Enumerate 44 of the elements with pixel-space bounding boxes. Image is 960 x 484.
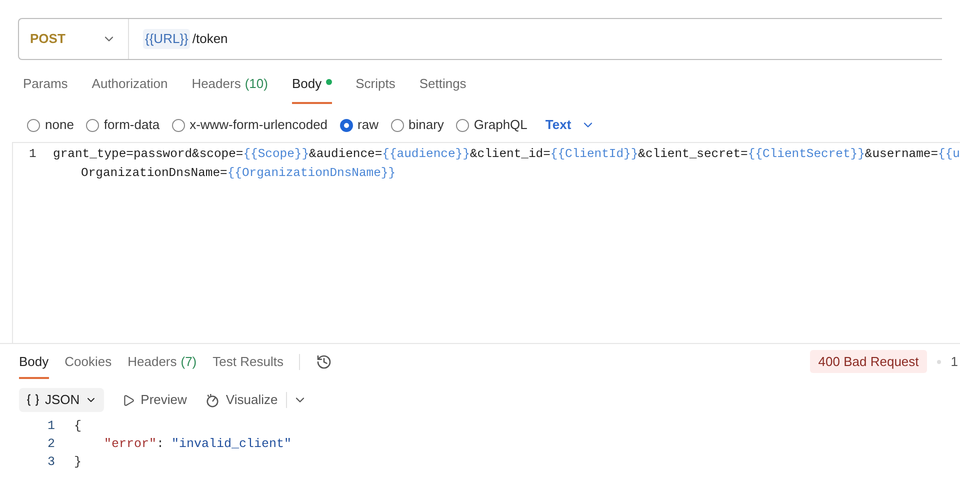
- play-icon: [122, 394, 135, 406]
- code-editor[interactable]: 1 grant_type=password&scope={{Scope}}&audience={{audience}}&client_id={{ClientId}}&client_secret={{ClientSecret}}&username={{u OrganizationDnsName={{OrganizationDnsName}}: [12, 142, 960, 343]
- radio-label: form-data: [104, 116, 160, 134]
- radio-button[interactable]: [27, 118, 40, 132]
- radio-button[interactable]: [172, 118, 185, 132]
- request-tab[interactable]: Body: [292, 74, 332, 104]
- code-line: "error": "invalid_client": [103, 436, 292, 453]
- line-number: 3: [46, 454, 55, 471]
- braces-icon: [26, 393, 40, 407]
- response-tab[interactable]: Body: [19, 344, 49, 379]
- method-dropdown[interactable]: POST: [19, 19, 129, 59]
- line-number: 1: [46, 418, 55, 435]
- line-number: 1: [29, 146, 38, 163]
- code-line: OrganizationDnsName={{OrganizationDnsName}}: [80, 165, 397, 182]
- status-badge: 400 Bad Request: [810, 350, 927, 374]
- response-tab[interactable]: Headers (7): [128, 344, 197, 379]
- request-tab[interactable]: Params: [23, 74, 68, 104]
- code-line: {: [74, 418, 82, 435]
- radio-button[interactable]: [340, 118, 353, 132]
- code-line: grant_type=password&scope={{Scope}}&audience={{audience}}&client_id={{ClientId}}&client_secret={{ClientSecret}}&username={{u: [53, 146, 960, 163]
- radio-label: binary: [408, 116, 444, 134]
- response-meta: 1: [950, 352, 959, 371]
- radio-label: raw: [358, 116, 378, 134]
- radio-button[interactable]: [456, 118, 469, 132]
- line-number: 2: [46, 436, 55, 453]
- radio-button[interactable]: [86, 118, 99, 132]
- format-dropdown[interactable]: Text: [545, 115, 596, 135]
- request-tab[interactable]: Headers (10): [192, 74, 268, 104]
- radio-label: GraphQL: [474, 116, 528, 134]
- radio-label: none: [45, 116, 74, 134]
- history-icon[interactable]: [316, 354, 332, 370]
- url-path: /token: [192, 30, 228, 48]
- response-tab[interactable]: Test Results: [212, 344, 284, 379]
- visualize-button[interactable]: Visualize: [204, 390, 278, 410]
- request-tab[interactable]: Authorization: [92, 74, 168, 104]
- request-tab[interactable]: Scripts: [356, 74, 396, 104]
- json-format-dropdown[interactable]: JSON: [19, 388, 104, 412]
- url-variable: {{URL}}: [143, 29, 190, 49]
- code-line: }: [74, 454, 82, 471]
- preview-button[interactable]: Preview: [122, 390, 187, 410]
- radio-button[interactable]: [390, 118, 404, 132]
- response-tab[interactable]: Cookies: [64, 344, 112, 379]
- request-tab[interactable]: Settings: [419, 74, 466, 104]
- radio-label: x-www-form-urlencoded: [190, 116, 328, 134]
